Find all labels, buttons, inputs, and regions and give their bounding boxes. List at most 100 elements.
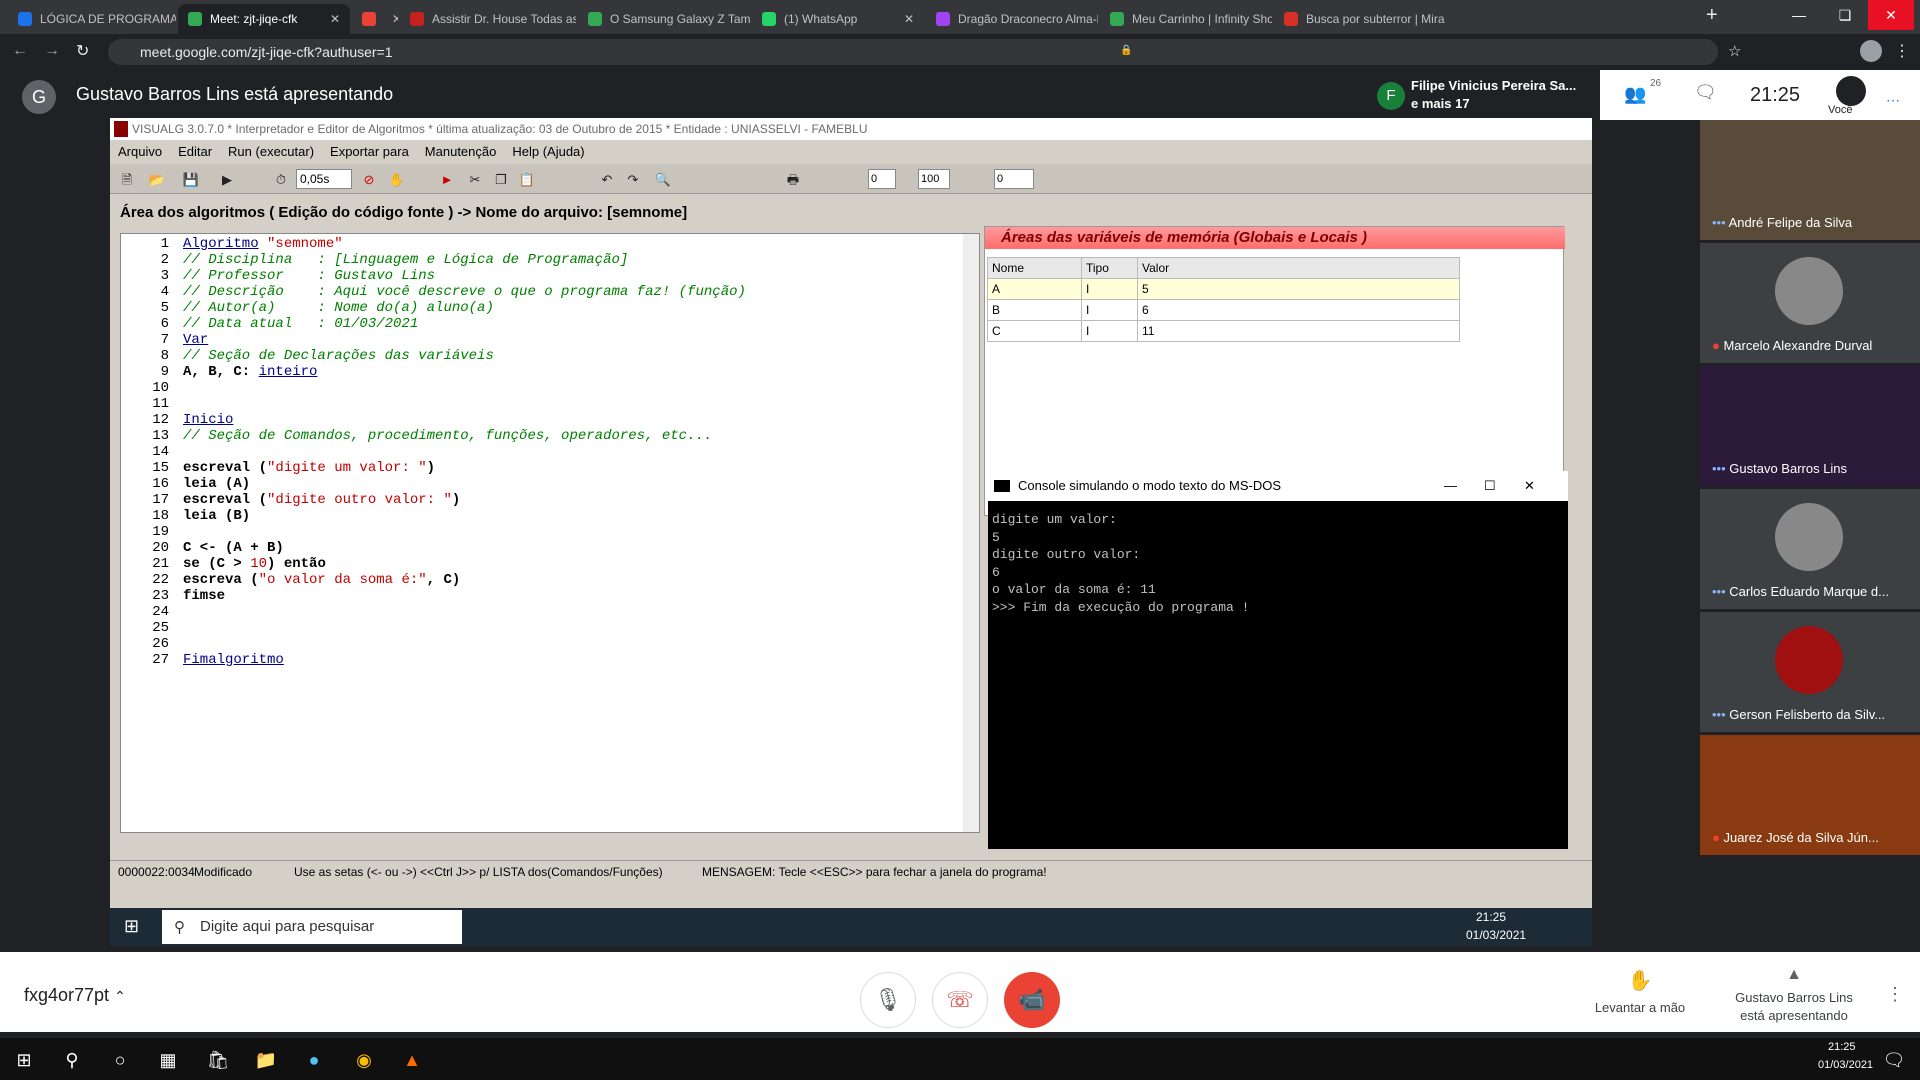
participant-tile[interactable]: ● Marcelo Alexandre Durval: [1700, 243, 1920, 363]
line-number: 24: [152, 604, 169, 620]
present-icon[interactable]: ▲: [1764, 966, 1824, 984]
app-icon[interactable]: ▲: [400, 1048, 424, 1072]
print-icon[interactable]: 🖶: [782, 169, 804, 189]
task-view-icon[interactable]: ▦: [156, 1048, 180, 1072]
line-number: 3: [160, 268, 169, 284]
restore-window-button[interactable]: ❏: [1822, 0, 1868, 30]
leave-call-button[interactable]: ☏: [932, 972, 988, 1028]
raise-hand-label[interactable]: Levantar a mão: [1584, 1000, 1696, 1015]
browser-tab[interactable]: Meet: zjt-jiqe-cfk ✕: [178, 4, 350, 34]
speed-select[interactable]: 0,05s: [296, 169, 352, 189]
browser-tab[interactable]: Busca por subterror | Mira✕: [1274, 4, 1454, 34]
browser-tab[interactable]: O Samsung Galaxy Z Tampo✕: [578, 4, 750, 34]
taskbar-search[interactable]: Digite aqui para pesquisar: [162, 910, 462, 944]
code-token: 10: [250, 556, 268, 572]
cut-icon[interactable]: ✂: [464, 169, 486, 189]
chrome-icon[interactable]: ◉: [352, 1048, 376, 1072]
console-line: 5: [992, 529, 1000, 545]
more-dots-icon[interactable]: ⋯: [1886, 92, 1900, 109]
code-editor[interactable]: 1 Algoritmo "semnome" 2 // Disciplina : [Li…: [120, 233, 980, 833]
browser-tab[interactable]: Meu Carrinho | Infinity Shop✕: [1100, 4, 1272, 34]
copy-icon[interactable]: ❐: [490, 169, 512, 189]
search-icon[interactable]: ⚲: [60, 1048, 84, 1072]
reload-icon[interactable]: ↻: [76, 41, 89, 61]
chat-icon[interactable]: 🗨: [1694, 82, 1717, 103]
microphone-button[interactable]: 🎙: [860, 972, 916, 1028]
mic-off-icon: ●: [1712, 830, 1724, 845]
menu-kebab-icon[interactable]: ⋮: [1894, 41, 1910, 61]
console-close-button[interactable]: ✕: [1524, 471, 1535, 501]
menu-manutencao[interactable]: Manutenção: [417, 140, 505, 163]
menu-help[interactable]: Help (Ajuda): [504, 140, 592, 163]
run-icon[interactable]: ►: [436, 169, 458, 189]
code-token: // Seção de Declarações das variáveis: [183, 348, 494, 364]
store-icon[interactable]: 🛍: [206, 1048, 230, 1072]
windows-start-icon[interactable]: ⊞: [124, 916, 139, 937]
participant-tile[interactable]: ••• Gerson Felisberto da Silv...: [1700, 612, 1920, 732]
menu-run[interactable]: Run (executar): [220, 140, 322, 163]
participant-tile[interactable]: ••• Carlos Eduardo Marque d...: [1700, 489, 1920, 609]
var-value: 6: [1137, 299, 1460, 321]
line-number: 25: [152, 620, 169, 636]
back-icon[interactable]: ←: [12, 42, 28, 60]
camera-button[interactable]: 📹: [1004, 972, 1060, 1028]
os-taskbar: ⊞ ⚲ ○ ▦ 🛍 📁 ● ◉ ▲ 21:25 01/03/2021 🗨: [0, 1038, 1920, 1080]
close-window-button[interactable]: ✕: [1868, 0, 1914, 30]
raise-hand-icon[interactable]: ✋: [1600, 968, 1680, 993]
url-input[interactable]: meet.google.com/zjt-jiqe-cfk?authuser=1: [108, 39, 1718, 65]
console-minimize-button[interactable]: —: [1444, 471, 1457, 501]
find-icon[interactable]: 🔍: [652, 169, 674, 189]
paste-icon[interactable]: 📋: [516, 169, 538, 189]
windows-start-icon[interactable]: ⊞: [12, 1048, 36, 1072]
undo-icon[interactable]: ↶: [596, 169, 618, 189]
tab-close-icon[interactable]: ✕: [1445, 12, 1455, 26]
new-tab-button[interactable]: +: [1706, 4, 1718, 27]
tab-label: LÓGICA DE PROGRAMAÇÃO: [40, 12, 176, 26]
hand-icon[interactable]: ✋: [386, 169, 408, 189]
browser-tab[interactable]: Assistir Dr. House Todas as✕: [400, 4, 576, 34]
editor-scrollbar[interactable]: [963, 234, 979, 832]
star-icon[interactable]: ☆: [1728, 42, 1741, 60]
line-field[interactable]: 0: [868, 169, 896, 189]
menu-exportar[interactable]: Exportar para: [322, 140, 417, 163]
file-explorer-icon[interactable]: 📁: [254, 1048, 278, 1072]
stop-icon[interactable]: ⊘: [358, 169, 380, 189]
minimize-window-button[interactable]: —: [1776, 0, 1822, 30]
browser-tab[interactable]: LÓGICA DE PROGRAMAÇÃO✕: [8, 4, 176, 34]
new-file-icon[interactable]: 🗎: [116, 169, 138, 189]
var-name: C: [987, 320, 1082, 342]
meeting-code[interactable]: fxg4or77pt ⌃: [24, 985, 126, 1006]
tab-close-icon[interactable]: ✕: [384, 12, 398, 26]
browser-tab[interactable]: ✕: [352, 4, 398, 34]
run-step-icon[interactable]: ▶: [216, 169, 238, 189]
browser-tab[interactable]: (1) WhatsApp ✕: [752, 4, 924, 34]
participant-avatar: [1775, 257, 1843, 325]
tab-favicon-icon: [762, 12, 776, 26]
menu-arquivo[interactable]: Arquivo: [110, 140, 170, 163]
save-icon[interactable]: 💾: [180, 169, 202, 189]
profile-avatar[interactable]: [1860, 40, 1882, 62]
people-icon[interactable]: 👥: [1624, 84, 1646, 105]
line-number: 11: [152, 396, 169, 412]
forward-icon[interactable]: →: [44, 42, 60, 60]
tab-close-icon[interactable]: ✕: [322, 12, 340, 26]
console-maximize-button[interactable]: ☐: [1484, 471, 1496, 501]
decimals-field[interactable]: 0: [994, 169, 1034, 189]
edge-icon[interactable]: ●: [302, 1048, 326, 1072]
line-number: 20: [152, 540, 169, 556]
code-token: escreva (: [183, 572, 259, 588]
more-options-icon[interactable]: ⋮: [1886, 984, 1904, 1005]
tab-close-icon[interactable]: ✕: [896, 12, 914, 26]
participant-tile[interactable]: ••• André Felipe da Silva: [1700, 120, 1920, 240]
cortana-icon[interactable]: ○: [108, 1048, 132, 1072]
participant-tile[interactable]: ••• Gustavo Barros Lins: [1700, 366, 1920, 486]
open-file-icon[interactable]: 📂: [146, 169, 168, 189]
menu-editar[interactable]: Editar: [170, 140, 220, 163]
notification-avatar: F: [1377, 82, 1405, 110]
timer-icon[interactable]: ⏱: [270, 169, 292, 189]
until-field[interactable]: 100: [918, 169, 950, 189]
notifications-icon[interactable]: 🗨: [1882, 1048, 1906, 1072]
redo-icon[interactable]: ↷: [622, 169, 644, 189]
participant-tile[interactable]: ● Juarez José da Silva Jún...: [1700, 735, 1920, 855]
browser-tab[interactable]: Dragão Draconecro Alma-li✕: [926, 4, 1098, 34]
